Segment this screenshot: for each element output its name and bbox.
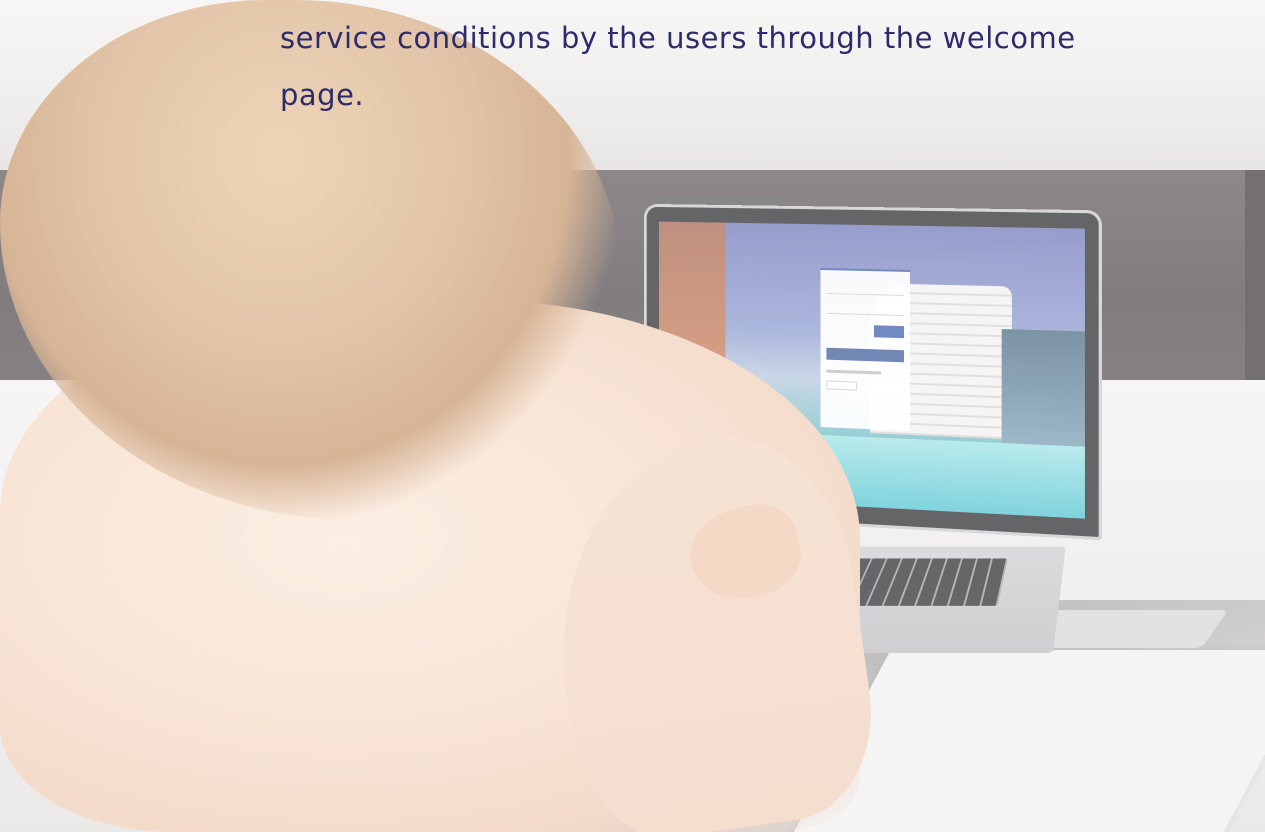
photo-wash-overlay: [0, 0, 1265, 832]
photo-stage: service conditions by the users through …: [0, 0, 1265, 832]
caption-text: service conditions by the users through …: [280, 21, 1076, 112]
